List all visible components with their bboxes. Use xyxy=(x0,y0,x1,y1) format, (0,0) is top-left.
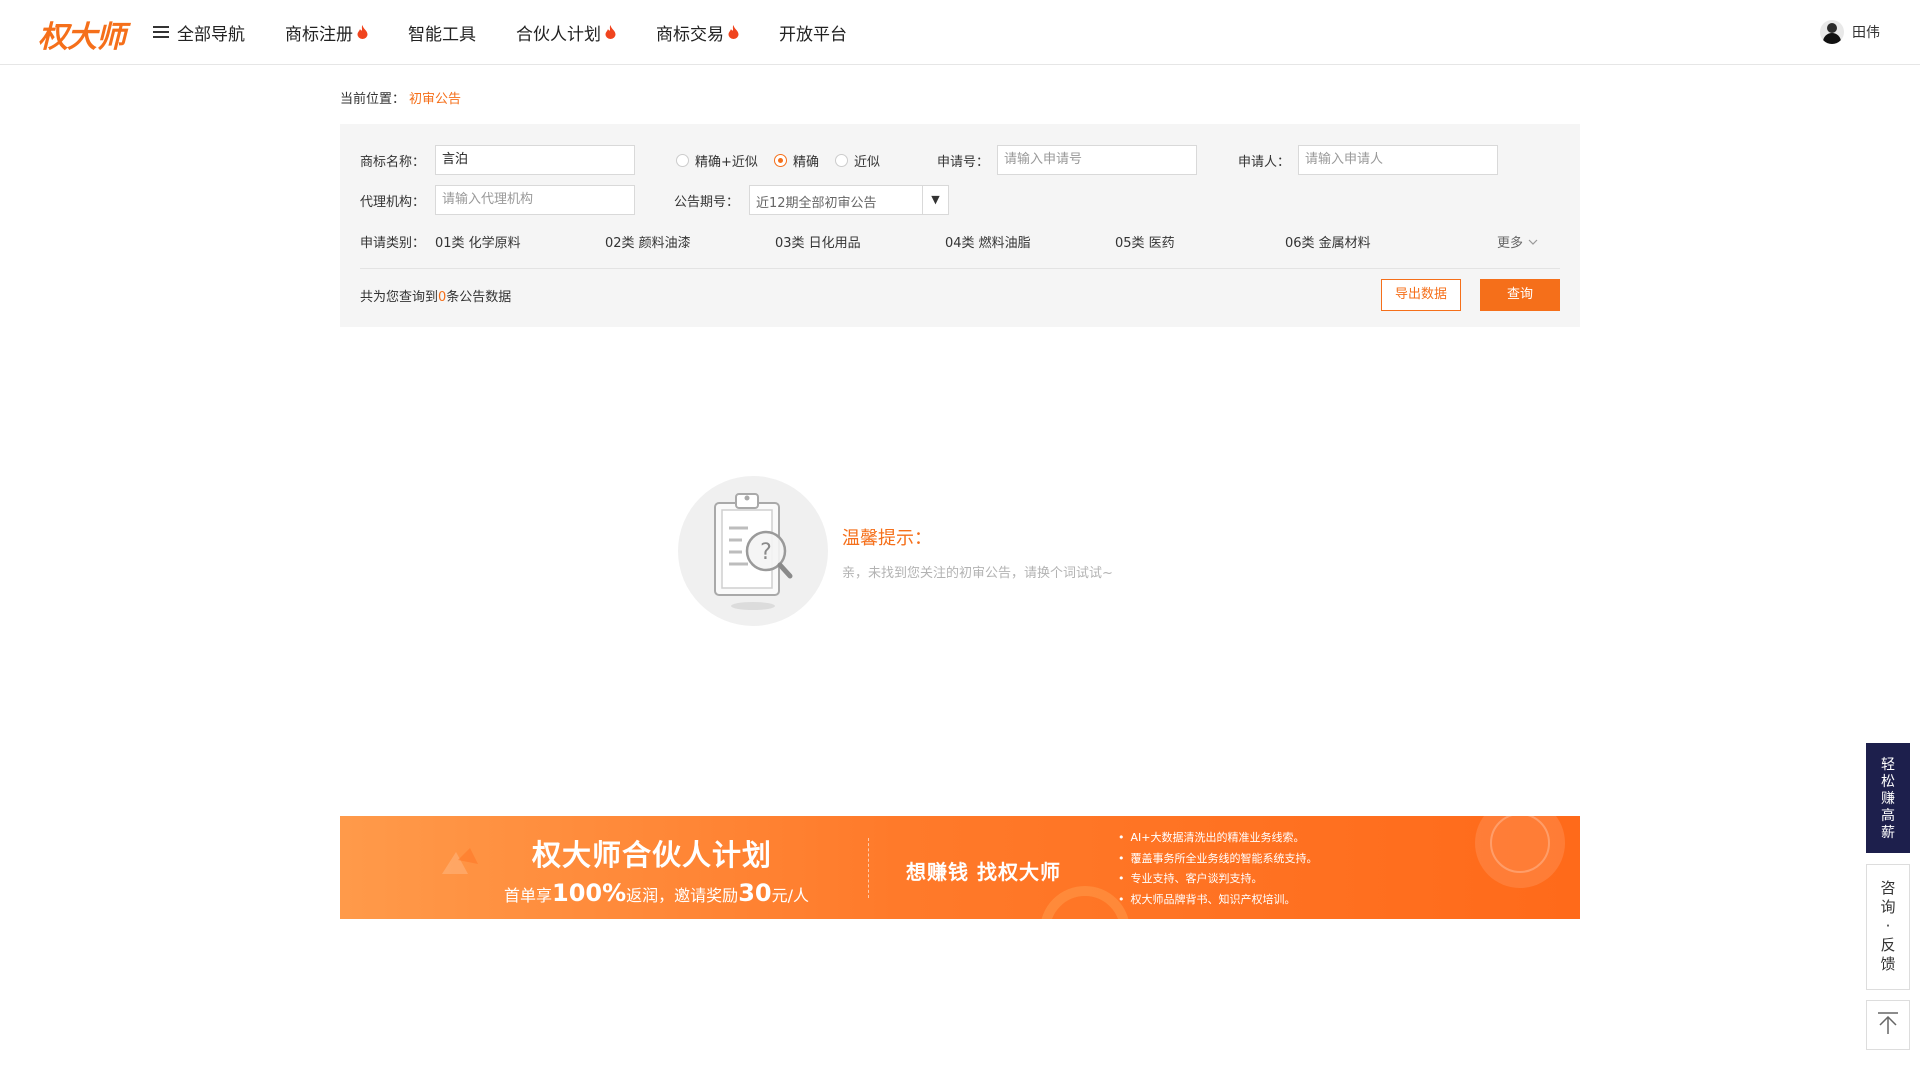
nav-smart-tools[interactable]: 智能工具 xyxy=(408,20,476,45)
empty-tip-title: 温馨提示： xyxy=(842,528,932,549)
radio-circle xyxy=(835,154,848,167)
radio-label: 精确 xyxy=(793,155,820,170)
nav-partner-plan-label: 合伙人计划 xyxy=(516,24,601,45)
period-select-value: 近12期全部初审公告 xyxy=(756,196,877,211)
agency-input[interactable]: 请输入代理机构 xyxy=(435,185,635,215)
radio-circle xyxy=(774,154,787,167)
banner-point: 专业支持、客户谈判支持。 xyxy=(1118,869,1318,890)
banner-title: 权大师合伙人计划 xyxy=(532,838,773,872)
empty-tip-text: 亲，未找到您关注的初审公告，请换个词试试~ xyxy=(842,566,1113,581)
nav-all-label: 全部导航 xyxy=(177,24,245,45)
more-categories-button[interactable]: 更多 xyxy=(1497,232,1538,251)
banner-point: 权大师品牌背书、知识产权培训。 xyxy=(1118,890,1318,911)
result-count: 共为您查询到0条公告数据 xyxy=(360,286,511,305)
breadcrumb: 当前位置： 初审公告 xyxy=(340,88,461,107)
nav-trademark-register[interactable]: 商标注册 xyxy=(285,20,368,45)
banner-point: 覆盖事务所全业务线的智能系统支持。 xyxy=(1118,849,1318,870)
applicant-label: 申请人： xyxy=(1238,155,1291,170)
chevron-down-icon xyxy=(1528,239,1538,245)
nav-trademark-register-label: 商标注册 xyxy=(285,24,353,45)
partner-plan-banner[interactable]: 权大师合伙人计划 首单享100%返润，邀请奖励30元/人 想赚钱 找权大师 AI… xyxy=(340,816,1580,919)
divider xyxy=(360,268,1560,269)
banner-sub-highlight: 30 xyxy=(738,879,772,907)
main-nav: 全部导航 商标注册 智能工具 合伙人计划 商标交易 开放平台 xyxy=(153,0,887,64)
nav-partner-plan[interactable]: 合伙人计划 xyxy=(516,20,616,45)
category-03[interactable]: 03类 日化用品 xyxy=(775,232,861,251)
nav-open-platform-label: 开放平台 xyxy=(779,24,847,45)
menu-icon xyxy=(153,25,169,39)
trademark-name-input[interactable]: 言泊 xyxy=(435,145,635,175)
banner-sub-text: 元/人 xyxy=(771,886,809,905)
category-05[interactable]: 05类 医药 xyxy=(1115,232,1175,251)
banner-points: AI+大数据清洗出的精准业务线索。 覆盖事务所全业务线的智能系统支持。 专业支持… xyxy=(1118,828,1318,910)
avatar xyxy=(1820,20,1844,44)
caret-down-icon: ▼ xyxy=(922,186,948,214)
nav-smart-tools-label: 智能工具 xyxy=(408,24,476,45)
breadcrumb-prefix: 当前位置： xyxy=(340,92,406,107)
result-prefix: 共为您查询到 xyxy=(360,290,439,305)
arrow-up-icon xyxy=(1875,1010,1901,1040)
category-06[interactable]: 06类 金属材料 xyxy=(1285,232,1371,251)
decor-ring xyxy=(1040,886,1130,919)
export-data-button[interactable]: 导出数据 xyxy=(1381,279,1461,311)
fire-icon xyxy=(728,25,739,39)
more-label: 更多 xyxy=(1497,236,1524,251)
user-name: 田伟 xyxy=(1852,25,1880,41)
fire-icon xyxy=(605,25,616,39)
applicant-input[interactable]: 请输入申请人 xyxy=(1298,145,1498,175)
radio-label: 近似 xyxy=(854,155,881,170)
query-button[interactable]: 查询 xyxy=(1480,279,1560,311)
top-navigation-bar: 权大师 全部导航 商标注册 智能工具 合伙人计划 商标交易 开放平台 田伟 xyxy=(0,0,1920,65)
consult-feedback-button[interactable]: 咨询·反馈 xyxy=(1866,864,1910,990)
back-to-top-button[interactable] xyxy=(1866,1000,1910,1050)
match-exact-similar-radio[interactable]: 精确+近似 xyxy=(676,151,758,170)
user-menu[interactable]: 田伟 xyxy=(1820,20,1880,44)
consult-label: 咨询·反馈 xyxy=(1880,879,1896,973)
result-suffix: 条公告数据 xyxy=(446,290,512,305)
nav-trademark-trade[interactable]: 商标交易 xyxy=(656,20,739,45)
earn-high-salary-button[interactable]: 轻松赚高薪 xyxy=(1866,743,1910,853)
breadcrumb-current[interactable]: 初审公告 xyxy=(409,92,461,107)
banner-sub-text: 首单享 xyxy=(504,886,553,905)
empty-clipboard-icon: ? xyxy=(678,476,828,626)
application-number-label: 申请号： xyxy=(937,155,990,170)
period-select[interactable]: 近12期全部初审公告 ▼ xyxy=(749,185,949,215)
radio-label: 精确+近似 xyxy=(695,155,758,170)
category-label: 申请类别： xyxy=(360,236,426,251)
radio-circle xyxy=(676,154,689,167)
banner-sub-text: 返润，邀请奖励 xyxy=(626,886,739,905)
banner-slogan: 想赚钱 找权大师 xyxy=(906,860,1061,884)
category-04[interactable]: 04类 燃料油脂 xyxy=(945,232,1031,251)
agency-label: 代理机构： xyxy=(360,195,426,210)
match-similar-radio[interactable]: 近似 xyxy=(835,151,880,170)
application-number-input[interactable]: 请输入申请号 xyxy=(997,145,1197,175)
nav-open-platform[interactable]: 开放平台 xyxy=(779,20,847,45)
trademark-name-label: 商标名称： xyxy=(360,155,426,170)
svg-text:?: ? xyxy=(760,540,772,565)
banner-point: AI+大数据清洗出的精准业务线索。 xyxy=(1118,828,1318,849)
site-logo[interactable]: 权大师 xyxy=(38,12,126,56)
match-exact-radio[interactable]: 精确 xyxy=(774,151,819,170)
banner-subtitle: 首单享100%返润，邀请奖励30元/人 xyxy=(504,879,809,907)
banner-sub-highlight: 100% xyxy=(552,879,627,907)
category-02[interactable]: 02类 颜料油漆 xyxy=(605,232,691,251)
category-01[interactable]: 01类 化学原料 xyxy=(435,232,521,251)
nav-all[interactable]: 全部导航 xyxy=(153,20,245,45)
banner-divider xyxy=(868,838,869,898)
nav-trademark-trade-label: 商标交易 xyxy=(656,24,724,45)
decor-triangles xyxy=(442,848,478,874)
earn-label: 轻松赚高薪 xyxy=(1881,757,1895,841)
search-panel: 商标名称： 言泊 精确+近似 精确 近似 申请号： 请输入申请号 申请人： 请输… xyxy=(340,124,1580,327)
fire-icon xyxy=(357,25,368,39)
period-label: 公告期号： xyxy=(674,195,740,210)
